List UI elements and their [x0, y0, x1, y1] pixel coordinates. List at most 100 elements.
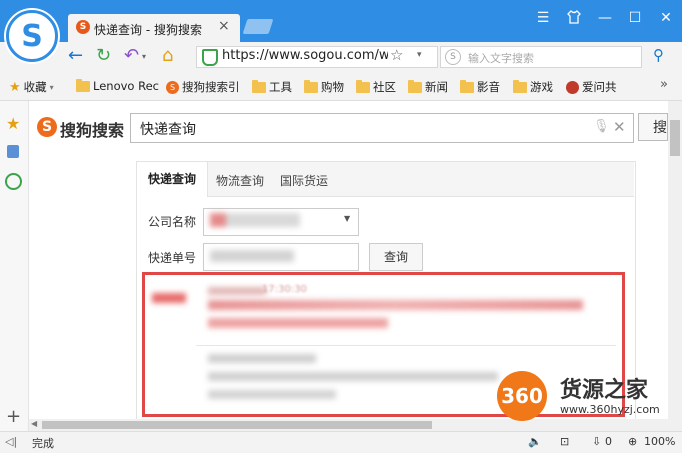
watermark-brand: 货源之家: [560, 378, 649, 403]
bookmark-label: 影音: [477, 80, 500, 94]
bookmark-star-icon[interactable]: ☆: [390, 46, 403, 64]
undo-icon[interactable]: ↶: [124, 45, 139, 66]
sidebar-toggle-icon[interactable]: ◁|: [5, 435, 17, 448]
clear-icon[interactable]: ✕: [613, 118, 626, 136]
sogou-logo-icon[interactable]: S: [37, 117, 57, 137]
menu-icon[interactable]: ☰: [531, 10, 555, 26]
bookmark-sogou[interactable]: S 搜狗搜索引: [166, 79, 240, 95]
skin-icon[interactable]: [562, 10, 586, 28]
result-time: 17:30:30: [262, 284, 307, 295]
zoom-level[interactable]: 100%: [644, 435, 675, 448]
minimize-icon[interactable]: —: [593, 10, 617, 26]
home-icon[interactable]: ⌂: [162, 45, 173, 66]
bookmark-label: 爱问共: [582, 80, 617, 94]
browser-logo-letter: S: [21, 18, 43, 54]
tab-title: 快递查询 - 搜狗搜索: [94, 23, 202, 37]
tab-express-query[interactable]: 快递查询: [137, 162, 208, 197]
tab-logistics-query[interactable]: 物流查询: [216, 172, 264, 189]
bookmark-lenovo[interactable]: Lenovo Rec: [76, 78, 159, 93]
bookmark-label: 新闻: [425, 80, 448, 94]
new-tab-button[interactable]: [242, 19, 274, 34]
history-clock-icon[interactable]: [5, 173, 22, 190]
download-icon[interactable]: ⇩: [592, 435, 601, 448]
query-button[interactable]: 查询: [369, 243, 423, 271]
maximize-icon[interactable]: ☐: [623, 10, 647, 26]
result-history-line1-blurred: [208, 372, 498, 381]
result-divider: [196, 345, 616, 346]
chevron-down-icon[interactable]: ▼: [344, 214, 350, 223]
status-bar: [0, 431, 682, 453]
search-icon[interactable]: ⚲: [653, 46, 664, 64]
secure-shield-icon: [202, 49, 218, 66]
volume-icon[interactable]: 🔈: [528, 435, 542, 448]
bookmark-label: 工具: [269, 80, 292, 94]
scroll-left-icon[interactable]: ◀: [31, 419, 37, 428]
zoom-icon[interactable]: ⊕: [628, 435, 637, 448]
status-text: 完成: [32, 437, 54, 450]
sogou-search-button[interactable]: 搜: [638, 113, 668, 141]
watermark-360-logo: 360: [497, 371, 547, 421]
widget-tabs: [137, 162, 634, 197]
sogou-icon: S: [166, 80, 179, 94]
bookmarks-overflow-icon[interactable]: »: [660, 77, 668, 92]
back-icon[interactable]: ←: [68, 45, 83, 66]
bookmark-games[interactable]: 游戏: [513, 79, 553, 95]
watermark-url: www.360hyzj.com: [560, 403, 660, 416]
favorites-star-icon[interactable]: ★: [6, 114, 20, 133]
company-value-blurred: [210, 213, 300, 227]
folder-icon: [76, 78, 90, 92]
reading-icon[interactable]: [7, 145, 19, 158]
bookmark-label: 收藏: [23, 80, 47, 94]
result-latest-status-line2-blurred: [208, 318, 388, 328]
bookmark-shopping[interactable]: 购物: [304, 79, 344, 95]
refresh-icon[interactable]: ↻: [96, 45, 111, 66]
add-sidebar-icon[interactable]: +: [6, 406, 21, 427]
address-dropdown-icon[interactable]: ▾: [417, 50, 422, 60]
close-icon[interactable]: ✕: [654, 10, 678, 26]
bookmark-label: 购物: [321, 80, 344, 94]
folder-icon: [304, 79, 318, 93]
bookmark-media[interactable]: 影音: [460, 79, 500, 95]
folder-icon: [513, 79, 527, 93]
result-date-blurred: [208, 287, 266, 295]
bookmark-label: 搜狗搜索引: [182, 80, 240, 94]
search-engine-icon[interactable]: S: [445, 49, 461, 65]
folder-icon: [356, 79, 370, 93]
horizontal-scroll-thumb[interactable]: [42, 421, 432, 429]
download-count: 0: [605, 435, 612, 448]
star-icon: ★: [9, 79, 21, 95]
result-history-date-blurred: [208, 354, 316, 363]
search-placeholder[interactable]: 输入文字搜索: [468, 50, 534, 66]
vertical-scroll-thumb[interactable]: [670, 120, 680, 156]
bookmark-news[interactable]: 新闻: [408, 79, 448, 95]
folder-icon: [460, 79, 474, 93]
chevron-down-icon: ▾: [49, 82, 54, 92]
tracking-number-label: 快递单号: [148, 251, 197, 265]
bookmark-label: Lenovo Rec: [93, 79, 159, 93]
browser-logo[interactable]: S: [6, 10, 58, 62]
tracking-number-value-blurred: [210, 250, 294, 262]
folder-icon: [408, 79, 422, 93]
bookmark-iask[interactable]: 爱问共: [566, 79, 617, 95]
sogou-search-input[interactable]: [130, 113, 634, 143]
address-text[interactable]: https://www.sogou.com/we: [222, 48, 388, 63]
result-company-logo-blurred: [152, 293, 186, 303]
folder-icon: [252, 79, 266, 93]
bookmark-community[interactable]: 社区: [356, 79, 396, 95]
bookmark-tools[interactable]: 工具: [252, 79, 292, 95]
user-icon: [566, 80, 579, 94]
bookmark-favorites[interactable]: ★ 收藏 ▾: [9, 79, 54, 95]
undo-dropdown-icon[interactable]: ▾: [142, 52, 146, 61]
bookmark-label: 社区: [373, 80, 396, 94]
sogou-query-text[interactable]: 快递查询: [140, 119, 196, 139]
result-history-line2-blurred: [208, 390, 336, 399]
sogou-favicon-icon: S: [76, 20, 90, 34]
bookmark-label: 游戏: [530, 80, 553, 94]
company-label: 公司名称: [148, 215, 197, 229]
tab-close-icon[interactable]: ×: [218, 18, 230, 34]
sogou-logo-text[interactable]: 搜狗搜索: [60, 117, 124, 141]
screenshot-icon[interactable]: ⊡: [560, 435, 569, 448]
microphone-icon[interactable]: 🎙: [593, 119, 610, 134]
result-latest-status-blurred: [208, 300, 583, 310]
tab-international-freight[interactable]: 国际货运: [280, 172, 328, 189]
